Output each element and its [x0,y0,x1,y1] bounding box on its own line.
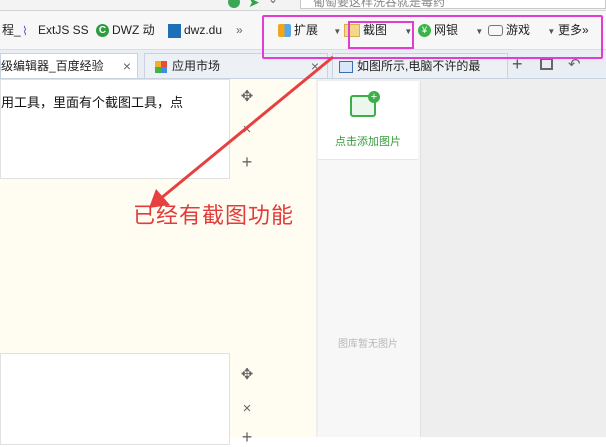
annotation-text: 已经有截图功能 [133,204,295,229]
arrow-shaft [159,55,334,201]
annotation-arrow [149,55,334,208]
